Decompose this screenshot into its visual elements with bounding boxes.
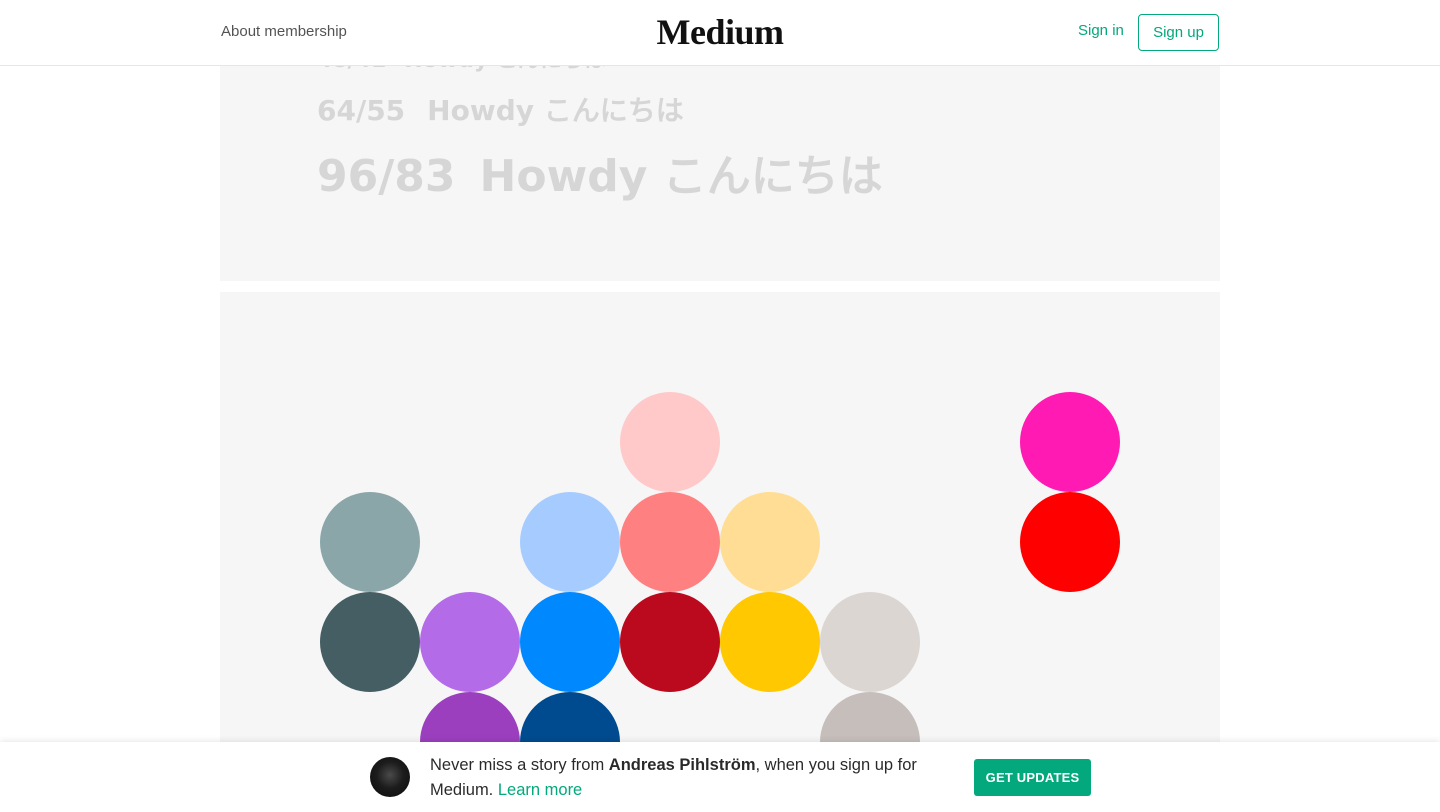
author-name[interactable]: Andreas Pihlström <box>609 756 756 774</box>
author-avatar[interactable] <box>370 757 410 797</box>
type-size-label: 64/55 <box>317 94 406 127</box>
color-swatch <box>620 392 720 492</box>
color-swatch <box>720 492 820 592</box>
top-navigation-bar: About membership Medium Sign in Sign up <box>0 0 1440 66</box>
medium-logo[interactable]: Medium <box>0 11 1440 53</box>
sign-up-button[interactable]: Sign up <box>1138 14 1219 51</box>
color-swatch <box>1020 492 1120 592</box>
author-follow-bar: Never miss a story from Andreas Pihlströ… <box>0 742 1440 812</box>
message-text: Never miss a story from <box>430 756 609 774</box>
color-swatch <box>520 492 620 592</box>
type-size-label: 96/83 <box>317 151 456 202</box>
follow-message: Never miss a story from Andreas Pihlströ… <box>430 753 930 803</box>
color-swatch <box>620 492 720 592</box>
type-sample-line: 64/55 Howdy こんにちは <box>317 89 684 129</box>
color-swatch <box>820 592 920 692</box>
color-swatch <box>320 592 420 692</box>
color-swatch <box>620 592 720 692</box>
learn-more-link[interactable]: Learn more <box>498 781 582 799</box>
color-swatch <box>720 592 820 692</box>
color-swatch <box>520 592 620 692</box>
color-swatch <box>320 492 420 592</box>
type-sample-text: Howdy こんにちは <box>427 94 684 127</box>
color-swatch <box>1020 392 1120 492</box>
sign-in-link[interactable]: Sign in <box>1078 22 1124 39</box>
get-updates-button[interactable]: GET UPDATES <box>974 759 1091 796</box>
color-palette-figure <box>220 292 1220 812</box>
type-sample-line: 96/83 Howdy こんにちは <box>317 140 883 204</box>
type-sample-text: Howdy こんにちは <box>479 151 883 202</box>
color-swatch <box>420 592 520 692</box>
